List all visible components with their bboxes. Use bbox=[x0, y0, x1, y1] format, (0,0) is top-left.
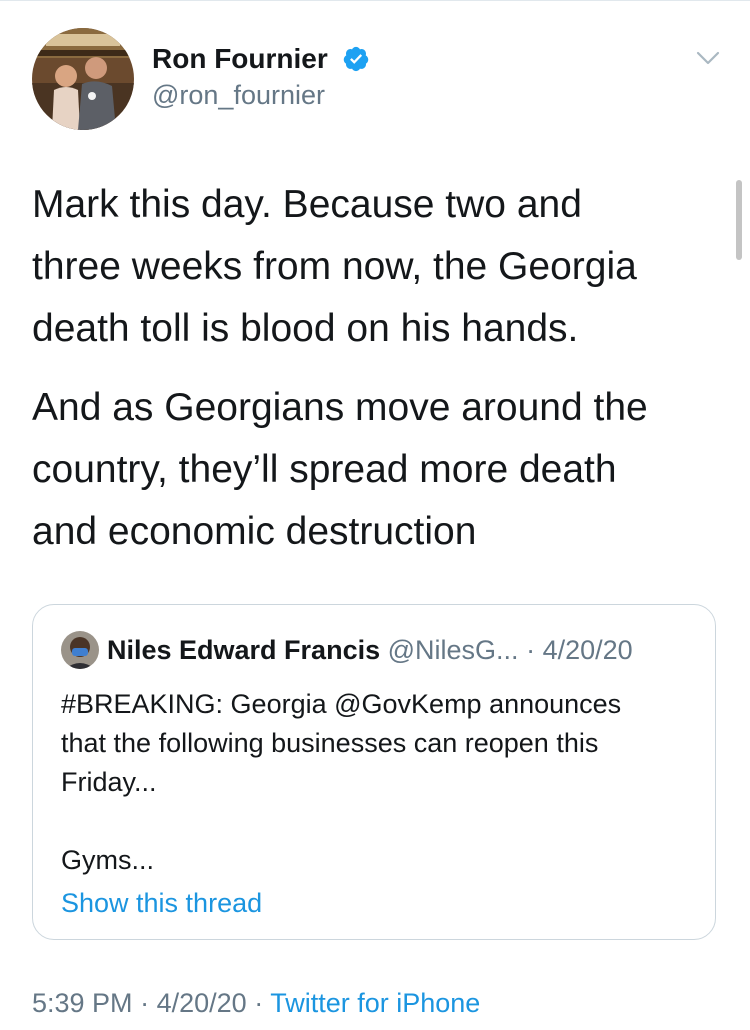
quoted-text-line: Gyms... bbox=[61, 845, 154, 875]
separator-dot: · bbox=[254, 988, 264, 1018]
tweet-paragraph-2: And as Georgians move around the country… bbox=[32, 377, 648, 563]
separator-dot: · bbox=[526, 635, 536, 665]
quoted-text-line: Friday... bbox=[61, 767, 157, 797]
quoted-author-handle: @NilesG... bbox=[387, 635, 519, 665]
scrollbar[interactable] bbox=[736, 180, 742, 260]
tweet-paragraph-1: Mark this day. Because two and three wee… bbox=[32, 174, 637, 360]
quoted-text-line: that the following businesses can reopen… bbox=[61, 728, 599, 758]
separator-dot: · bbox=[140, 988, 150, 1018]
author-handle[interactable]: @ron_fournier bbox=[152, 80, 325, 111]
tweet-line: death toll is blood on his hands. bbox=[32, 307, 579, 350]
quoted-text-line: #BREAKING: Georgia @GovKemp announces bbox=[61, 689, 622, 719]
show-thread-link[interactable]: Show this thread bbox=[61, 888, 262, 919]
tweet-line: country, they’ll spread more death bbox=[32, 448, 617, 491]
author-avatar[interactable] bbox=[32, 28, 134, 130]
tweet-source-link[interactable]: Twitter for iPhone bbox=[270, 988, 480, 1018]
quoted-date: 4/20/20 bbox=[542, 635, 633, 665]
verified-badge-icon bbox=[343, 46, 369, 72]
quoted-author-avatar bbox=[61, 631, 99, 669]
tweet-line: and economic destruction bbox=[32, 510, 477, 553]
tweet-line: three weeks from now, the Georgia bbox=[32, 245, 637, 288]
chevron-down-icon[interactable] bbox=[694, 48, 722, 68]
tweet-line: Mark this day. Because two and bbox=[32, 183, 582, 226]
top-divider bbox=[0, 0, 750, 1]
tweet-time[interactable]: 5:39 PM bbox=[32, 988, 133, 1018]
tweet-meta: 5:39 PM · 4/20/20 · Twitter for iPhone bbox=[32, 988, 480, 1019]
quoted-header: Niles Edward Francis @NilesG... · 4/20/2… bbox=[107, 635, 633, 666]
tweet-date[interactable]: 4/20/20 bbox=[157, 988, 247, 1018]
quoted-author-name: Niles Edward Francis bbox=[107, 635, 381, 665]
tweet-line: And as Georgians move around the bbox=[32, 386, 648, 429]
author-name[interactable]: Ron Fournier bbox=[152, 43, 328, 75]
quoted-tweet-card[interactable]: Niles Edward Francis @NilesG... · 4/20/2… bbox=[32, 604, 716, 940]
